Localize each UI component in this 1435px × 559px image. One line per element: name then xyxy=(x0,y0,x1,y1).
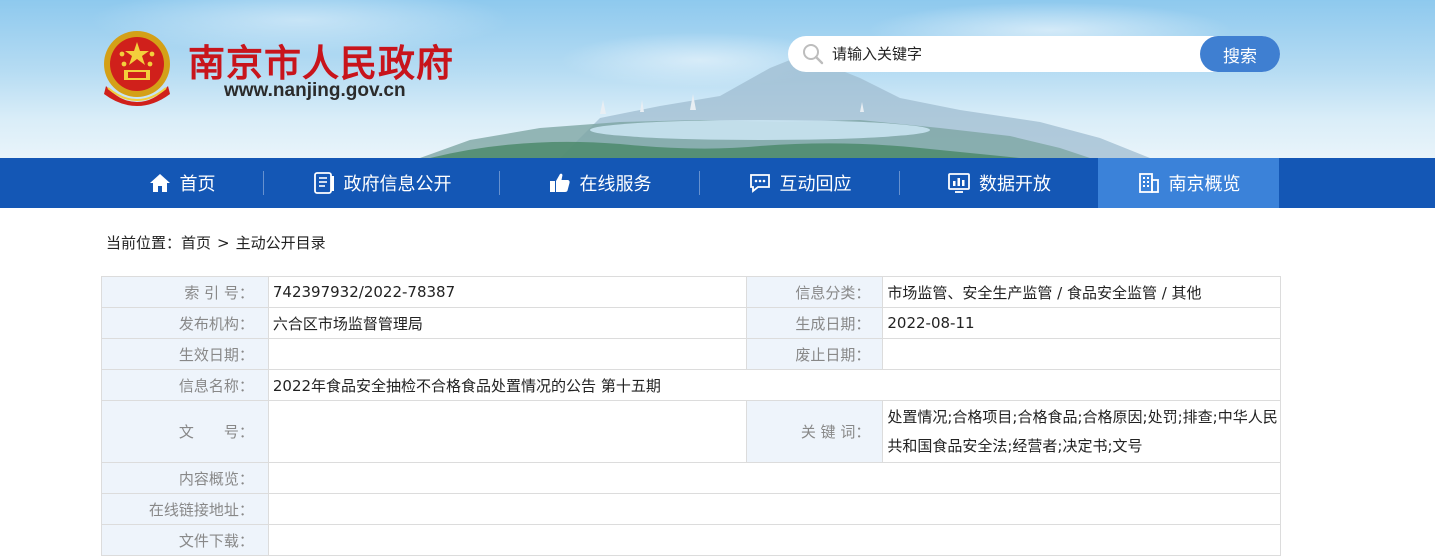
search-box: 搜索 xyxy=(788,36,1280,72)
table-row: 发布机构： 六合区市场监督管理局 生成日期： 2022-08-11 xyxy=(101,307,1281,339)
info-name-label: 信息名称： xyxy=(101,369,269,401)
created-date-value: 2022-08-11 xyxy=(882,307,1281,339)
online-link-value[interactable] xyxy=(267,493,1282,525)
search-button[interactable]: 搜索 xyxy=(1200,36,1280,72)
publisher-label: 发布机构： xyxy=(101,307,269,339)
chart-screen-icon xyxy=(948,173,970,193)
doc-no-label: 文 号： xyxy=(101,400,269,463)
search-input[interactable] xyxy=(832,40,1192,68)
table-row: 内容概览： xyxy=(101,462,1282,494)
nav-item-label: 南京概览 xyxy=(1168,174,1241,195)
table-row: 文件下载： xyxy=(101,524,1282,556)
file-download-label: 文件下载： xyxy=(101,524,269,556)
keywords-label: 关 键 词： xyxy=(746,400,884,463)
nav-item-nanjing-overview[interactable]: 南京概览 xyxy=(1098,158,1279,208)
nav-item-label: 首页 xyxy=(179,174,216,195)
breadcrumb-prefix: 当前位置： xyxy=(106,234,182,252)
effective-date-value xyxy=(267,338,748,370)
index-no-label: 索 引 号： xyxy=(101,276,269,308)
info-name-value: 2022年食品安全抽检不合格食品处置情况的公告 第十五期 xyxy=(267,369,1282,401)
summary-label: 内容概览： xyxy=(101,462,269,494)
main-nav: 首页 政府信息公开 在线服务 互动回应 数据开放 南京概览 xyxy=(0,158,1435,208)
category-label: 信息分类： xyxy=(746,276,884,308)
category-value: 市场监管、安全生产监管 / 食品安全监管 / 其他 xyxy=(882,276,1281,308)
nav-item-label: 数据开放 xyxy=(979,174,1051,195)
table-row: 索 引 号： 742397932/2022-78387 信息分类： 市场监管、安… xyxy=(101,276,1281,308)
created-date-label: 生成日期： xyxy=(746,307,884,339)
nav-item-gov-info[interactable]: 政府信息公开 xyxy=(264,158,499,208)
effective-date-label: 生效日期： xyxy=(101,338,269,370)
table-row: 在线链接地址： xyxy=(101,493,1282,525)
thumbs-up-icon xyxy=(549,173,570,192)
nav-item-interaction[interactable]: 互动回应 xyxy=(700,158,899,208)
site-title: 南京市人民政府 xyxy=(188,41,454,85)
breadcrumb-home-link[interactable]: 首页 xyxy=(181,234,211,252)
site-url: www.nanjing.gov.cn xyxy=(224,80,406,101)
doc-no-value xyxy=(267,400,748,463)
national-emblem-icon xyxy=(104,31,170,106)
nav-item-open-data[interactable]: 数据开放 xyxy=(900,158,1098,208)
chat-icon xyxy=(749,174,770,193)
abolished-date-label: 废止日期： xyxy=(746,338,884,370)
nav-item-home[interactable]: 首页 xyxy=(100,158,263,208)
info-metadata-table: 索 引 号： 742397932/2022-78387 信息分类： 市场监管、安… xyxy=(101,276,1282,556)
table-row: 生效日期： 废止日期： xyxy=(101,338,1281,370)
table-row: 信息名称： 2022年食品安全抽检不合格食品处置情况的公告 第十五期 xyxy=(101,369,1282,401)
breadcrumb-current-link[interactable]: 主动公开目录 xyxy=(236,234,326,252)
online-link-label: 在线链接地址： xyxy=(101,493,269,525)
file-download-value[interactable] xyxy=(267,524,1282,556)
abolished-date-value xyxy=(882,338,1281,370)
keywords-value: 处置情况;合格项目;合格食品;合格原因;处罚;排查;中华人民共和国食品安全法;经… xyxy=(882,400,1281,463)
nav-item-label: 在线服务 xyxy=(579,174,652,195)
home-icon xyxy=(149,174,170,192)
document-icon xyxy=(313,172,334,194)
site-header: 南京市人民政府 www.nanjing.gov.cn 搜索 xyxy=(0,0,1435,158)
breadcrumb: 当前位置：首页 > 主动公开目录 xyxy=(106,232,326,253)
nav-item-online-service[interactable]: 在线服务 xyxy=(500,158,699,208)
breadcrumb-separator: > xyxy=(217,234,230,252)
nav-item-label: 政府信息公开 xyxy=(343,174,452,195)
building-icon xyxy=(1138,173,1159,193)
summary-value xyxy=(267,462,1282,494)
publisher-value: 六合区市场监督管理局 xyxy=(267,307,748,339)
index-no-value: 742397932/2022-78387 xyxy=(267,276,748,308)
search-icon[interactable] xyxy=(802,43,824,65)
nav-item-label: 互动回应 xyxy=(779,174,852,195)
table-row: 文 号： 关 键 词： 处置情况;合格项目;合格食品;合格原因;处罚;排查;中华… xyxy=(101,400,1281,463)
